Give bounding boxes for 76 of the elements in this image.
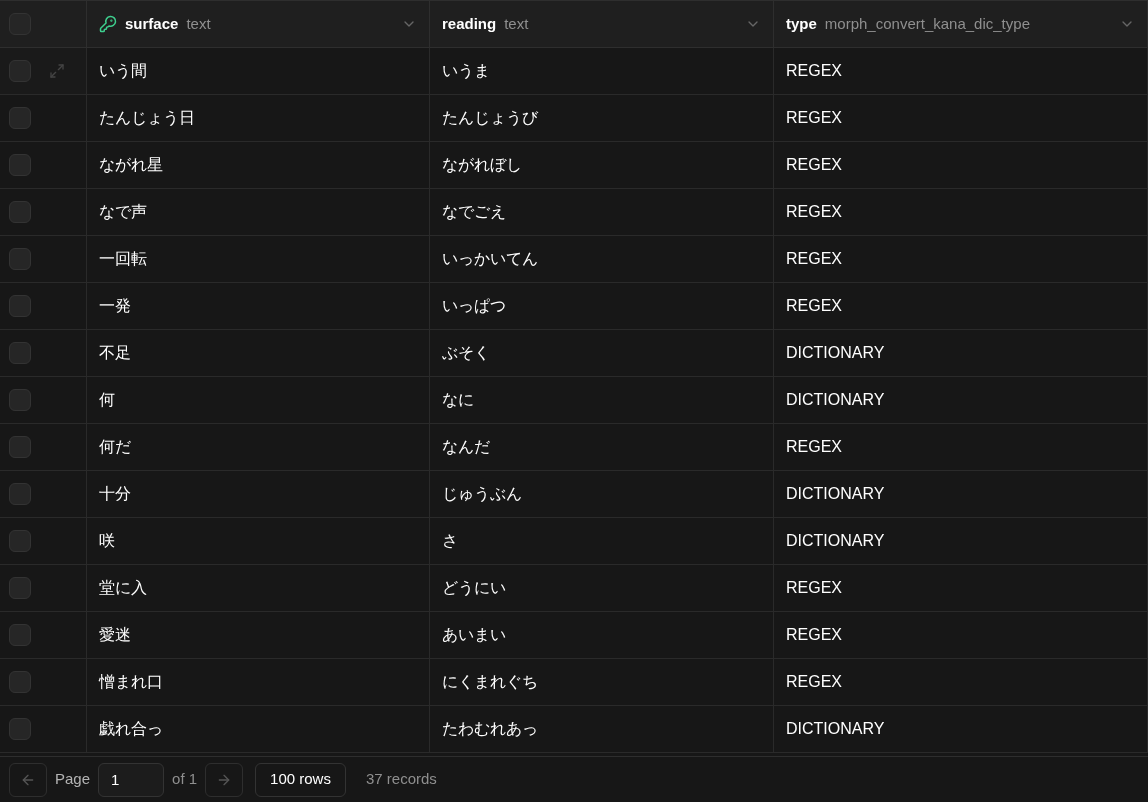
row-checkbox[interactable] — [9, 389, 31, 411]
row-checkbox[interactable] — [9, 154, 31, 176]
table-cell-text: あいまい — [442, 625, 506, 645]
column-name: reading — [442, 13, 497, 34]
table-cell-text: REGEX — [786, 249, 842, 269]
row-checkbox[interactable] — [9, 248, 31, 270]
row-checkbox[interactable] — [9, 60, 31, 82]
table-cell-text: 十分 — [99, 484, 131, 504]
row-checkbox[interactable] — [9, 483, 31, 505]
table-cell-text: DICTIONARY — [786, 484, 885, 504]
rows-per-page-button[interactable]: 100 rows — [255, 762, 346, 797]
row-checkbox[interactable] — [9, 718, 31, 740]
table-cell-text: ながれぼし — [442, 155, 522, 175]
table-cell-text: たんじょう日 — [99, 108, 195, 128]
row-checkbox[interactable] — [9, 624, 31, 646]
table-cell-text: ぶそく — [442, 343, 490, 363]
page-input[interactable]: 1 — [98, 762, 165, 797]
column-header[interactable]: reading text — [430, 1, 774, 47]
table-cell-text: 愛迷 — [99, 625, 131, 645]
row-checkbox[interactable] — [9, 436, 31, 458]
table-cell-text: なに — [442, 390, 474, 410]
table-cell-text: 戯れ合っ — [99, 719, 163, 739]
key-icon — [99, 15, 117, 33]
table-cell-text: DICTIONARY — [786, 531, 885, 551]
table-cell-text: 一回転 — [99, 249, 147, 269]
column-type: text — [186, 13, 211, 34]
table-cell-text: DICTIONARY — [786, 390, 885, 410]
table-cell-text: 堂に入 — [99, 578, 147, 598]
row-checkbox[interactable] — [9, 295, 31, 317]
row-checkbox[interactable] — [9, 671, 31, 693]
expand-icon[interactable] — [49, 63, 65, 79]
table-cell-text: なでごえ — [442, 202, 506, 222]
table-cell-text: 一発 — [99, 296, 131, 316]
table-cell-text: いう間 — [99, 61, 147, 81]
page-label: Page — [55, 769, 91, 790]
table-cell-text: いっぱつ — [442, 296, 506, 316]
table-cell-text: REGEX — [786, 437, 842, 457]
table-cell-text: REGEX — [786, 578, 842, 598]
table-cell-text: なんだ — [442, 437, 490, 457]
table-cell-text: REGEX — [786, 625, 842, 645]
table-cell-text: 不足 — [99, 343, 131, 363]
row-checkbox[interactable] — [9, 201, 31, 223]
table-cell-text: REGEX — [786, 108, 842, 128]
table-cell-text: 何 — [99, 390, 115, 410]
table-cell-text: どうにい — [442, 578, 506, 598]
table-cell-text: じゅうぶん — [442, 484, 522, 504]
table-cell-text: 何だ — [99, 437, 131, 457]
table-cell-text: REGEX — [786, 202, 842, 222]
row-checkbox[interactable] — [9, 577, 31, 599]
row-checkbox[interactable] — [9, 530, 31, 552]
column-type: text — [504, 13, 529, 34]
table-cell-text: いうま — [442, 61, 490, 81]
table-cell-text: REGEX — [786, 155, 842, 175]
table-cell-text: たわむれあっ — [442, 719, 538, 739]
column-header[interactable]: surface text — [87, 1, 430, 47]
table-cell-text: さ — [442, 531, 458, 551]
table-cell-text: 憎まれ口 — [99, 672, 163, 692]
table-cell-text: DICTIONARY — [786, 343, 885, 363]
table-cell-text: なで声 — [99, 202, 147, 222]
column-name: surface — [125, 13, 179, 34]
table-cell-text: ながれ星 — [99, 155, 163, 175]
column-header[interactable]: type morph_convert_kana_dic_type — [774, 1, 1148, 47]
table-cell-text: いっかいてん — [442, 249, 538, 269]
row-checkbox[interactable] — [9, 107, 31, 129]
table-cell-text: REGEX — [786, 296, 842, 316]
table-cell-text: REGEX — [786, 61, 842, 81]
column-type: morph_convert_kana_dic_type — [824, 13, 1030, 34]
table-cell-text: にくまれぐち — [442, 672, 538, 692]
table-cell-text: 咲 — [99, 531, 115, 551]
table-cell-text: たんじょうび — [442, 108, 538, 128]
record-count: 37 records — [365, 769, 437, 790]
column-name: type — [786, 13, 817, 34]
page-count: of 1 — [172, 769, 198, 790]
row-checkbox[interactable] — [9, 342, 31, 364]
table-cell-text: REGEX — [786, 672, 842, 692]
table-cell-text: DICTIONARY — [786, 719, 885, 739]
